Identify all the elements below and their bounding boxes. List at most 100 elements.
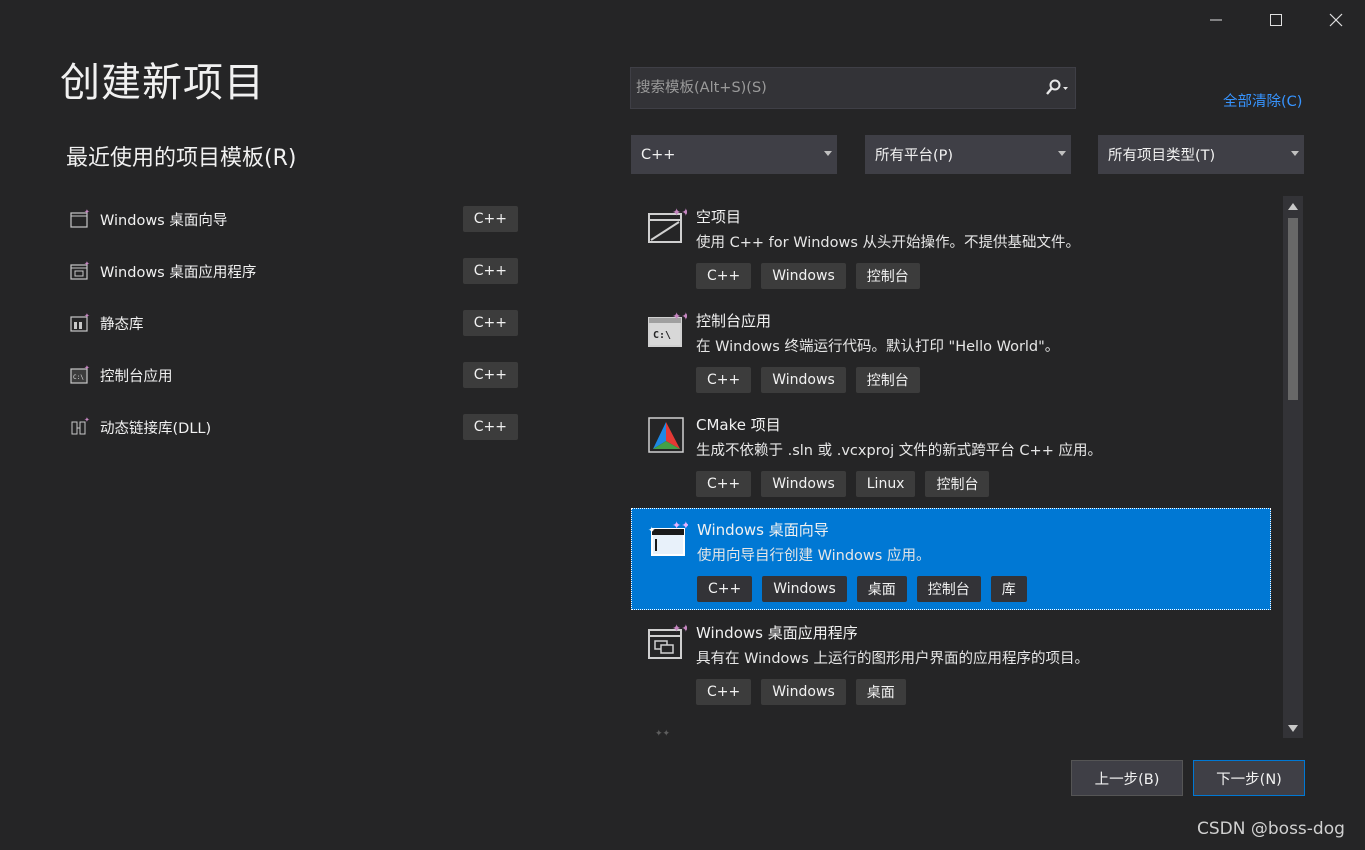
maximize-button[interactable] bbox=[1262, 6, 1290, 34]
svg-text:✦: ✦ bbox=[84, 416, 90, 424]
template-tag: 控制台 bbox=[916, 576, 981, 602]
template-tag: 控制台 bbox=[855, 367, 920, 393]
template-tag: C++ bbox=[696, 679, 752, 705]
recent-item-dll[interactable]: ✦ 动态链接库(DLL) C++ bbox=[66, 407, 518, 447]
template-description: 使用向导自行创建 Windows 应用。 bbox=[697, 548, 931, 564]
recent-item-windows-desktop-wizard[interactable]: ✦ Windows 桌面向导 C++ bbox=[66, 199, 518, 239]
clear-all-link[interactable]: 全部清除(C) bbox=[1223, 90, 1302, 111]
template-tag: 控制台 bbox=[925, 471, 990, 497]
template-tag: Windows bbox=[761, 471, 846, 497]
language-tag: C++ bbox=[462, 414, 518, 440]
chevron-down-icon bbox=[1291, 151, 1299, 156]
recent-item-label: Windows 桌面向导 bbox=[100, 212, 228, 229]
svg-text:✦: ✦ bbox=[84, 208, 90, 216]
svg-text:✦✦: ✦✦ bbox=[672, 519, 688, 532]
empty-project-icon: ✦✦ bbox=[648, 206, 687, 243]
scroll-up-icon[interactable] bbox=[1288, 203, 1298, 210]
template-card-windows-desktop-application[interactable]: ✦✦ Windows 桌面应用程序 具有在 Windows 上运行的图形用户界面… bbox=[631, 612, 1271, 714]
svg-text:✦✦: ✦✦ bbox=[655, 729, 671, 738]
template-card-empty-project[interactable]: ✦✦ 空项目 使用 C++ for Windows 从头开始操作。不提供基础文件… bbox=[631, 196, 1271, 298]
template-name: 空项目 bbox=[696, 208, 742, 226]
template-name: 控制台应用 bbox=[696, 312, 772, 330]
template-tag: Windows bbox=[761, 679, 846, 705]
desktop-wizard-icon: ✦ ✦✦ bbox=[648, 519, 688, 556]
recent-item-windows-desktop-app[interactable]: ✦ Windows 桌面应用程序 C++ bbox=[66, 251, 518, 291]
template-name: Windows 桌面向导 bbox=[697, 521, 829, 539]
static-library-template-icon: ✦ bbox=[70, 312, 90, 332]
project-type-filter-value: 所有项目类型(T) bbox=[1108, 148, 1216, 164]
template-search-box bbox=[630, 67, 1076, 109]
template-tag: 控制台 bbox=[855, 263, 920, 289]
console-app-template-icon: C:\ ✦ bbox=[70, 364, 90, 384]
page-title: 创建新项目 bbox=[60, 60, 265, 106]
recent-item-label: 控制台应用 bbox=[100, 368, 173, 385]
language-filter-dropdown[interactable]: C++ bbox=[631, 135, 837, 174]
desktop-application-icon: ✦✦ bbox=[648, 622, 687, 659]
template-description: 生成不依赖于 .sln 或 .vcxproj 文件的新式跨平台 C++ 应用。 bbox=[696, 443, 1102, 459]
recent-item-label: Windows 桌面应用程序 bbox=[100, 264, 257, 281]
platform-filter-value: 所有平台(P) bbox=[875, 148, 954, 164]
next-button[interactable]: 下一步(N) bbox=[1193, 760, 1305, 796]
template-card-console-app[interactable]: C:\ ✦✦ 控制台应用 在 Windows 终端运行代码。默认打印 "Hell… bbox=[631, 300, 1271, 402]
recent-item-label: 动态链接库(DLL) bbox=[100, 420, 212, 437]
cmake-icon bbox=[648, 417, 684, 453]
search-options-button[interactable] bbox=[1037, 79, 1075, 97]
svg-text:C:\: C:\ bbox=[653, 330, 671, 341]
recent-item-label: 静态库 bbox=[100, 316, 144, 333]
recent-item-console-app[interactable]: C:\ ✦ 控制台应用 C++ bbox=[66, 355, 518, 395]
close-button[interactable] bbox=[1322, 6, 1350, 34]
template-tag: Linux bbox=[855, 471, 916, 497]
template-card-cmake-project[interactable]: CMake 项目 生成不依赖于 .sln 或 .vcxproj 文件的新式跨平台… bbox=[631, 404, 1271, 506]
platform-filter-dropdown[interactable]: 所有平台(P) bbox=[865, 135, 1071, 174]
svg-text:✦✦: ✦✦ bbox=[672, 310, 687, 323]
svg-text:✦: ✦ bbox=[84, 312, 90, 320]
search-icon bbox=[1046, 79, 1068, 95]
template-name: Windows 桌面应用程序 bbox=[696, 624, 858, 642]
svg-text:C:\: C:\ bbox=[73, 374, 84, 381]
template-tag: C++ bbox=[697, 576, 753, 602]
scrollbar-thumb[interactable] bbox=[1288, 218, 1298, 400]
template-tag: C++ bbox=[696, 263, 752, 289]
svg-text:✦: ✦ bbox=[84, 364, 90, 372]
minimize-icon bbox=[1210, 19, 1222, 21]
language-tag: C++ bbox=[462, 206, 518, 232]
language-tag: C++ bbox=[462, 310, 518, 336]
search-input[interactable] bbox=[631, 79, 1037, 97]
minimize-button[interactable] bbox=[1202, 6, 1230, 34]
template-name: CMake 项目 bbox=[696, 416, 781, 434]
console-app-icon: C:\ ✦✦ bbox=[648, 310, 687, 347]
template-tag: 桌面 bbox=[856, 576, 907, 602]
template-tag: C++ bbox=[696, 471, 752, 497]
back-button[interactable]: 上一步(B) bbox=[1071, 760, 1183, 796]
template-card-windows-desktop-wizard[interactable]: ✦ ✦✦ Windows 桌面向导 使用向导自行创建 Windows 应用。 C… bbox=[631, 508, 1271, 610]
template-tag: C++ bbox=[696, 367, 752, 393]
template-list-scrollbar[interactable] bbox=[1283, 196, 1303, 738]
template-tag: Windows bbox=[762, 576, 847, 602]
language-filter-value: C++ bbox=[641, 146, 676, 163]
dll-template-icon: ✦ bbox=[71, 416, 90, 435]
wizard-template-icon: ✦ bbox=[70, 208, 90, 228]
chevron-down-icon bbox=[824, 151, 832, 156]
template-description: 在 Windows 终端运行代码。默认打印 "Hello World"。 bbox=[696, 339, 1060, 355]
template-description: 具有在 Windows 上运行的图形用户界面的应用程序的项目。 bbox=[696, 651, 1089, 667]
svg-text:✦✦: ✦✦ bbox=[672, 622, 687, 635]
template-tag: Windows bbox=[761, 263, 846, 289]
recent-templates-heading: 最近使用的项目模板(R) bbox=[66, 146, 297, 171]
svg-text:✦: ✦ bbox=[648, 526, 656, 536]
close-icon bbox=[1329, 13, 1343, 27]
template-description: 使用 C++ for Windows 从头开始操作。不提供基础文件。 bbox=[696, 235, 1081, 251]
template-tag: 库 bbox=[990, 576, 1027, 602]
maximize-icon bbox=[1270, 14, 1282, 26]
language-tag: C++ bbox=[462, 362, 518, 388]
template-tag: 桌面 bbox=[855, 679, 906, 705]
language-tag: C++ bbox=[462, 258, 518, 284]
project-type-filter-dropdown[interactable]: 所有项目类型(T) bbox=[1098, 135, 1304, 174]
desktop-app-template-icon: ✦ bbox=[70, 260, 90, 280]
scroll-down-icon[interactable] bbox=[1288, 725, 1298, 732]
template-card-partial[interactable]: ✦✦ bbox=[631, 716, 1271, 738]
svg-text:✦✦: ✦✦ bbox=[672, 206, 687, 219]
template-list: ✦✦ 空项目 使用 C++ for Windows 从头开始操作。不提供基础文件… bbox=[631, 196, 1273, 738]
watermark: CSDN @boss-dog bbox=[1197, 819, 1345, 839]
chevron-down-icon bbox=[1058, 151, 1066, 156]
recent-item-static-library[interactable]: ✦ 静态库 C++ bbox=[66, 303, 518, 343]
